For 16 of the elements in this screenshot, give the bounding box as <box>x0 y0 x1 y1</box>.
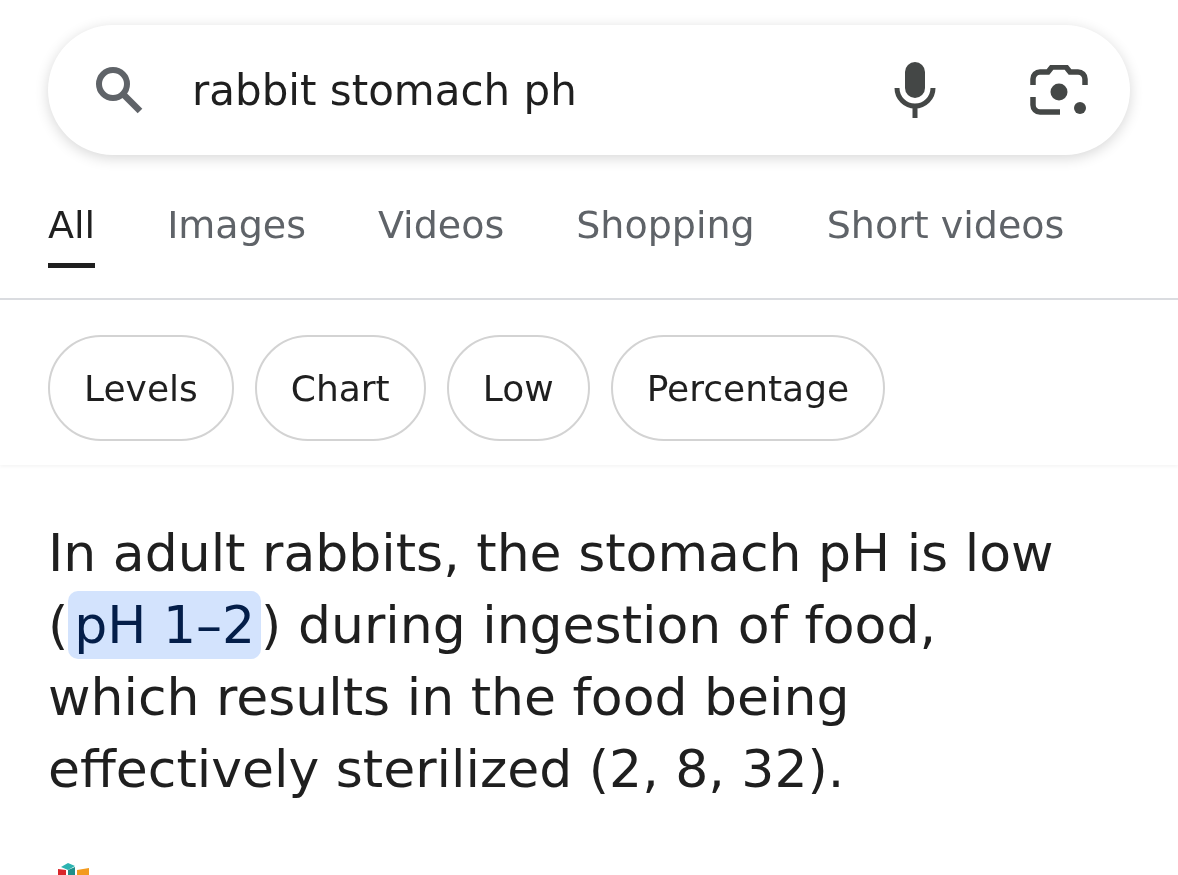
filter-chip[interactable]: Percentage <box>610 335 886 441</box>
filter-chip[interactable]: Low <box>446 335 590 441</box>
search-bar[interactable]: rabbit stomach ph <box>48 25 1130 155</box>
search-tab[interactable]: Videos <box>377 195 505 268</box>
search-icon <box>94 65 144 115</box>
cubes-favicon-icon <box>56 862 90 875</box>
search-tab[interactable]: Short videos <box>826 195 1065 268</box>
camera-lens-icon[interactable] <box>1030 65 1088 115</box>
microphone-icon[interactable] <box>893 62 937 118</box>
search-query[interactable]: rabbit stomach ph <box>192 65 893 115</box>
filter-chip[interactable]: Levels <box>48 335 234 441</box>
search-tab[interactable]: All <box>48 195 96 268</box>
filter-chip[interactable]: Chart <box>254 335 426 441</box>
search-tab[interactable]: Images <box>167 195 306 268</box>
search-tab[interactable]: Shopping <box>576 195 755 268</box>
answer-text: In adult rabbits, the stomach pH is low (pH 1–2) during ingestion of food, which results in the food being effectively sterilized (2, 8, 32). <box>48 522 1055 801</box>
